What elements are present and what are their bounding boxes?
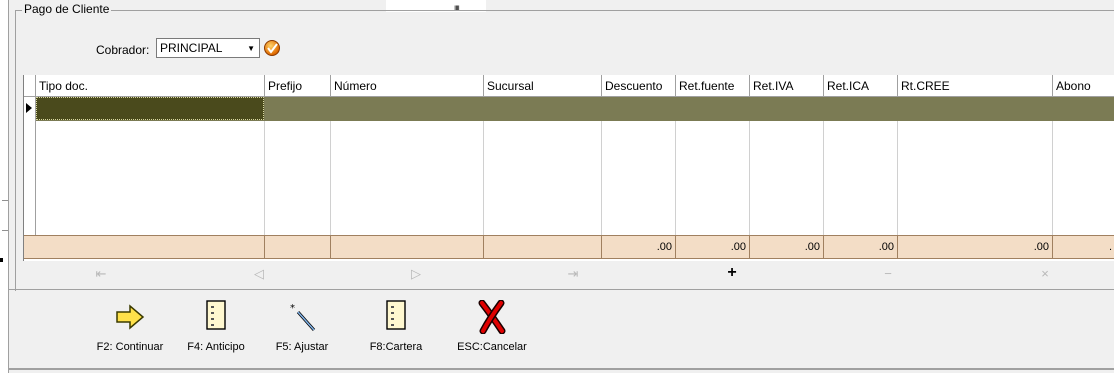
total-abono: . — [1108, 241, 1112, 253]
group-title: Pago de Cliente — [22, 2, 112, 16]
cancelar-button[interactable]: ESC:Cancelar — [452, 299, 532, 353]
row-pointer-icon — [26, 103, 32, 113]
arrow-right-icon — [116, 304, 145, 330]
total-sucursal — [484, 236, 602, 258]
cartera-button[interactable]: F8:Cartera — [356, 300, 436, 353]
col-prefijo[interactable]: Prefijo — [265, 75, 331, 96]
col-abono[interactable]: Abono — [1053, 75, 1114, 96]
continuar-button[interactable]: F2: Continuar — [90, 300, 170, 353]
ledger-icon — [386, 300, 406, 330]
chevron-down-icon[interactable]: ▼ — [247, 44, 255, 53]
cartera-label: F8:Cartera — [369, 341, 423, 353]
cancelar-label: ESC:Cancelar — [457, 341, 527, 353]
nav-delete-icon[interactable]: − — [878, 266, 898, 281]
check-icon[interactable] — [264, 40, 280, 56]
total-ret-ica: .00 — [824, 236, 898, 258]
col-tipo-doc[interactable]: Tipo doc. — [36, 75, 265, 96]
cobrador-combo[interactable]: PRINCIPAL ▼ — [156, 38, 260, 58]
anticipo-button[interactable]: F4: Anticipo — [176, 300, 256, 353]
nav-first-icon[interactable]: ⇤ — [91, 266, 111, 282]
col-rt-cree[interactable]: Rt.CREE — [898, 75, 1053, 96]
col-numero[interactable]: Número — [331, 75, 484, 96]
record-navigator: ⇤ ◁ ▷ ⇥ + − × — [23, 264, 1114, 286]
header-indicator — [24, 75, 36, 96]
nav-next-icon[interactable]: ▷ — [406, 266, 426, 282]
col-ret-fuente[interactable]: Ret.fuente — [676, 75, 750, 96]
ledger-icon — [206, 300, 226, 330]
totals-row: .00 .00 .00 .00 .00 . — [24, 235, 1114, 259]
bottom-border — [8, 368, 1114, 370]
continuar-label: F2: Continuar — [96, 341, 164, 353]
total-rt-cree: .00 — [898, 236, 1053, 258]
selected-row[interactable] — [36, 97, 1114, 121]
left-scroll-strip — [0, 0, 9, 373]
ajustar-button[interactable]: * F5: Ajustar — [262, 300, 342, 353]
total-descuento: .00 — [602, 236, 676, 258]
anticipo-label: F4: Anticipo — [187, 341, 245, 353]
total-prefijo — [265, 236, 331, 258]
total-numero — [331, 236, 484, 258]
row-indicator-column — [24, 97, 36, 235]
total-ret-fuente: .00 — [676, 236, 750, 258]
total-ret-iva: .00 — [750, 236, 824, 258]
col-sucursal[interactable]: Sucursal — [484, 75, 602, 96]
svg-text:*: * — [290, 303, 295, 314]
nav-cancel-icon[interactable]: × — [1035, 266, 1055, 281]
col-ret-iva[interactable]: Ret.IVA — [750, 75, 824, 96]
col-descuento[interactable]: Descuento — [602, 75, 676, 96]
red-x-icon — [478, 299, 506, 335]
grid-header: Tipo doc. Prefijo Número Sucursal Descue… — [24, 75, 1114, 97]
ajustar-label: F5: Ajustar — [275, 341, 329, 353]
cobrador-label: Cobrador: — [96, 43, 150, 57]
nav-insert-icon[interactable]: + — [722, 264, 742, 282]
total-tipo-doc — [24, 236, 265, 258]
magic-wand-icon: * — [290, 303, 316, 331]
nav-prior-icon[interactable]: ◁ — [249, 266, 269, 282]
documents-grid[interactable]: Tipo doc. Prefijo Número Sucursal Descue… — [23, 75, 1114, 261]
selected-cell-tipo-doc[interactable] — [36, 97, 264, 120]
nav-last-icon[interactable]: ⇥ — [563, 266, 583, 282]
toolbar-separator — [8, 289, 1114, 290]
cobrador-value: PRINCIPAL — [160, 41, 223, 55]
col-ret-ica[interactable]: Ret.ICA — [824, 75, 898, 96]
